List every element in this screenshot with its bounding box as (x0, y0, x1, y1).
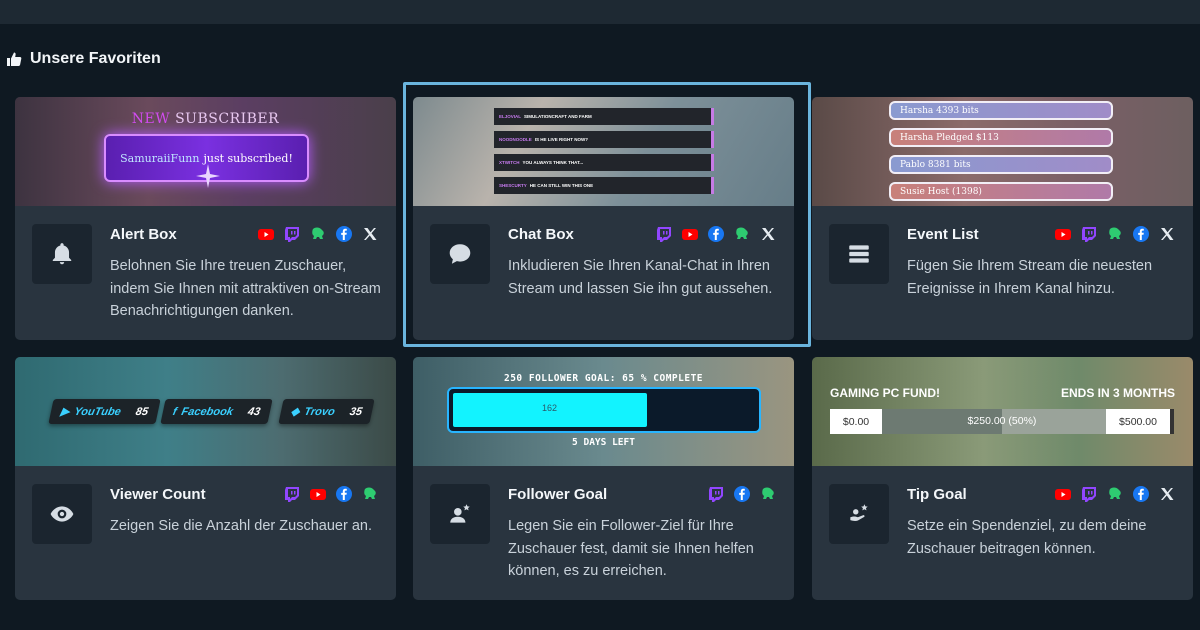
card-description: Fügen Sie Ihrem Stream die neuesten Erei… (907, 258, 1153, 297)
alert-box-preview: NEW SUBSCRIBER SamuraiiFunn just subscrib… (15, 97, 396, 206)
sparkle-icon (196, 164, 220, 188)
card-title: Event List (907, 226, 979, 243)
facebook-icon: f (171, 405, 178, 418)
x-icon (361, 225, 379, 243)
widget-card-event-list[interactable]: Harsha 4393 bits Harsha Pledged $113 Pab… (812, 97, 1193, 340)
facebook-icon (1132, 225, 1150, 243)
viewer-badge-facebook: f Facebook 43 (160, 399, 273, 424)
platform-icons (283, 485, 379, 503)
kick-icon (1106, 225, 1124, 243)
viewer-badge-youtube: ▶ YouTube 85 (48, 399, 161, 424)
badge-count: 85 (134, 405, 150, 418)
facebook-icon (1132, 485, 1150, 503)
alert-message: just subscribed! (203, 151, 293, 165)
top-bar (0, 0, 1200, 24)
thumbs-up-icon (7, 52, 22, 66)
eye-icon (32, 484, 92, 544)
viewer-badge-trovo: ◆ Trovo 35 (278, 399, 375, 424)
platform-icons (1054, 485, 1176, 503)
widget-card-alert-box[interactable]: NEW SUBSCRIBER SamuraiiFunn just subscrib… (15, 97, 396, 340)
facebook-icon (733, 485, 751, 503)
kick-icon (361, 485, 379, 503)
x-icon (1158, 485, 1176, 503)
card-description: Zeigen Sie die Anzahl der Zuschauer an. (110, 518, 372, 534)
platform-icons (1054, 225, 1176, 243)
card-description: Belohnen Sie Ihre treuen Zuschauer, inde… (110, 258, 381, 319)
facebook-icon (335, 225, 353, 243)
card-description: Legen Sie ein Follower-Ziel für Ihre Zus… (508, 518, 754, 579)
event-item: Susie Host (1398) (889, 182, 1113, 201)
selected-card-outline (403, 82, 811, 347)
event-item: Harsha Pledged $113 (889, 128, 1113, 147)
card-title: Tip Goal (907, 486, 967, 503)
youtube-icon (309, 485, 327, 503)
platform-icons (707, 485, 777, 503)
youtube-icon (1054, 485, 1072, 503)
platform-icons (257, 225, 379, 243)
goal-days-left: 5 DAYS LEFT (572, 437, 635, 448)
widget-card-follower-goal[interactable]: 250 FOLLOWER GOAL: 65 % COMPLETE 162 5 D… (413, 357, 794, 600)
widget-card-viewer-count[interactable]: ▶ YouTube 85 f Facebook 43 ◆ Trovo 35 Viewer C… (15, 357, 396, 600)
tip-star-icon (829, 484, 889, 544)
follower-goal-preview: 250 FOLLOWER GOAL: 65 % COMPLETE 162 5 D… (413, 357, 794, 466)
twitch-icon (707, 485, 725, 503)
tip-goal-preview: GAMING PC FUND! ENDS IN 3 MONTHS $250.00… (812, 357, 1193, 466)
alert-heading: NEW SUBSCRIBER (15, 111, 396, 127)
card-title: Follower Goal (508, 486, 608, 503)
card-title: Alert Box (110, 226, 177, 243)
youtube-icon (257, 225, 275, 243)
badge-count: 43 (246, 405, 262, 418)
badge-label: YouTube (73, 405, 123, 418)
tip-max: $500.00 (1106, 409, 1174, 434)
alert-user: SamuraiiFunn (120, 151, 200, 165)
kick-icon (1106, 485, 1124, 503)
section-title: Unsere Favoriten (30, 50, 161, 67)
event-item: Harsha 4393 bits (889, 101, 1113, 120)
twitch-icon (283, 485, 301, 503)
card-description: Setze ein Spendenziel, zu dem deine Zusc… (907, 518, 1147, 557)
tip-progress-bar: $250.00 (50%) $0.00 $500.00 (830, 409, 1174, 434)
alert-heading-rest: SUBSCRIBER (175, 111, 280, 127)
goal-progress-bar: 162 (447, 387, 761, 433)
badge-count: 35 (348, 405, 364, 418)
twitch-icon (283, 225, 301, 243)
viewer-count-preview: ▶ YouTube 85 f Facebook 43 ◆ Trovo 35 (15, 357, 396, 466)
card-title: Viewer Count (110, 486, 206, 503)
bell-icon (32, 224, 92, 284)
kick-icon (309, 225, 327, 243)
youtube-icon (1054, 225, 1072, 243)
twitch-icon (1080, 225, 1098, 243)
twitch-icon (1080, 485, 1098, 503)
goal-headline: 250 FOLLOWER GOAL: 65 % COMPLETE (503, 373, 704, 384)
widget-card-tip-goal[interactable]: GAMING PC FUND! ENDS IN 3 MONTHS $250.00… (812, 357, 1193, 600)
tip-min: $0.00 (830, 409, 882, 434)
list-icon (829, 224, 889, 284)
section-header: Unsere Favoriten (6, 50, 161, 68)
kick-icon (759, 485, 777, 503)
youtube-icon: ▶ (59, 406, 71, 418)
facebook-icon (335, 485, 353, 503)
tip-goal-ends: ENDS IN 3 MONTHS (1060, 386, 1175, 400)
badge-label: Trovo (303, 405, 337, 418)
goal-current-value: 162 (542, 403, 558, 413)
event-item: Pablo 8381 bits (889, 155, 1113, 174)
x-icon (1158, 225, 1176, 243)
user-star-icon (430, 484, 490, 544)
trovo-icon: ◆ (289, 406, 301, 418)
tip-goal-name: GAMING PC FUND! (830, 386, 940, 400)
badge-label: Facebook (180, 405, 235, 418)
event-list-preview: Harsha 4393 bits Harsha Pledged $113 Pab… (812, 97, 1193, 206)
alert-heading-new: NEW (131, 111, 171, 127)
